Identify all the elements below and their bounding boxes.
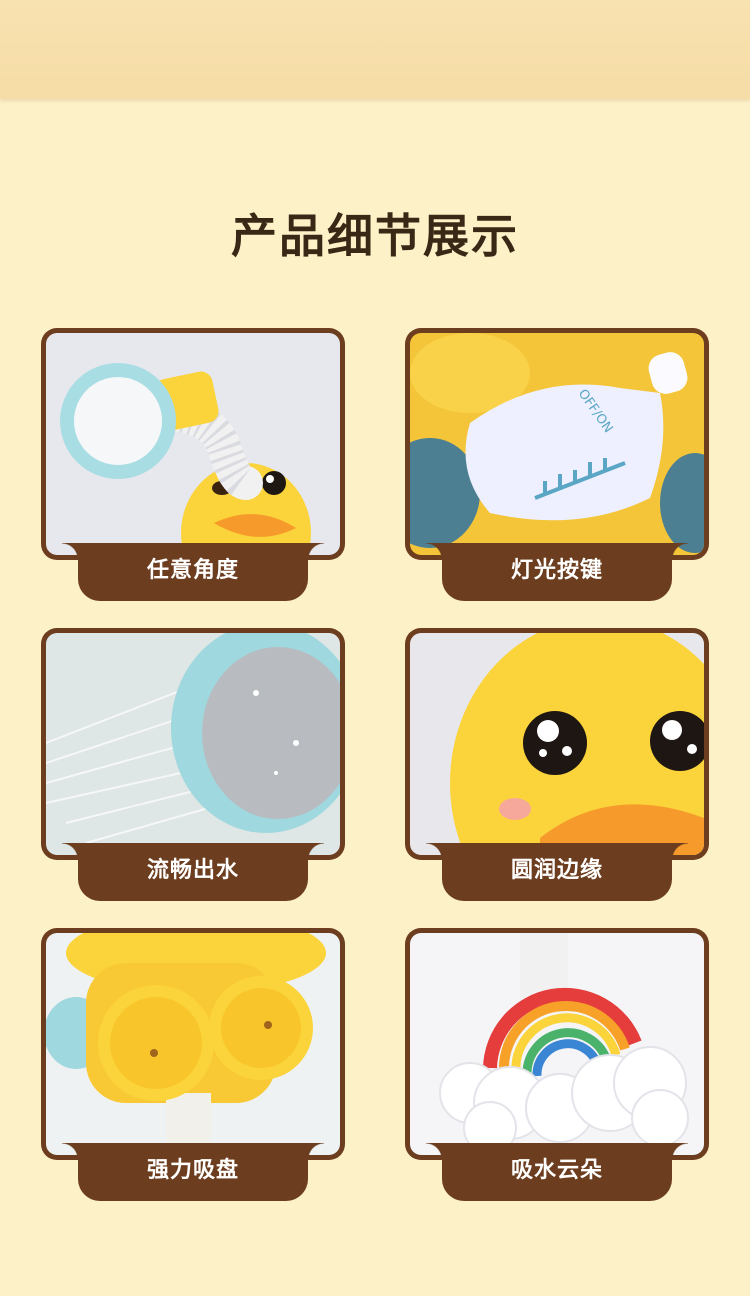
photo-yellow-suction-cups [46,933,340,1155]
detail-card-strong-suction: 强力吸盘 [41,928,345,1204]
card-label: 流畅出水 [62,843,324,901]
card-label: 任意角度 [62,543,324,601]
top-banner-band [0,0,750,99]
detail-card-any-angle: 任意角度 [41,328,345,604]
card-label: 灯光按键 [426,543,688,601]
photo-duck-with-flexible-shower-hose [46,333,340,555]
photo-rainbow-cloud [410,933,704,1155]
detail-card-rounded-edges: 圆润边缘 [405,628,709,904]
card-label: 强力吸盘 [62,1143,324,1201]
detail-card-smooth-water: 流畅出水 [41,628,345,904]
photo-baby-bottle-light-button: OFF/ON [410,333,704,555]
page-title: 产品细节展示 [231,209,519,263]
card-label: 圆润边缘 [426,843,688,901]
detail-card-absorbent-cloud: 吸水云朵 [405,928,709,1204]
photo-shower-head-water-spray [46,633,340,855]
photo-duck-face-closeup [410,633,704,855]
detail-card-light-button: OFF/ON 灯光按键 [405,328,709,604]
card-label: 吸水云朵 [426,1143,688,1201]
